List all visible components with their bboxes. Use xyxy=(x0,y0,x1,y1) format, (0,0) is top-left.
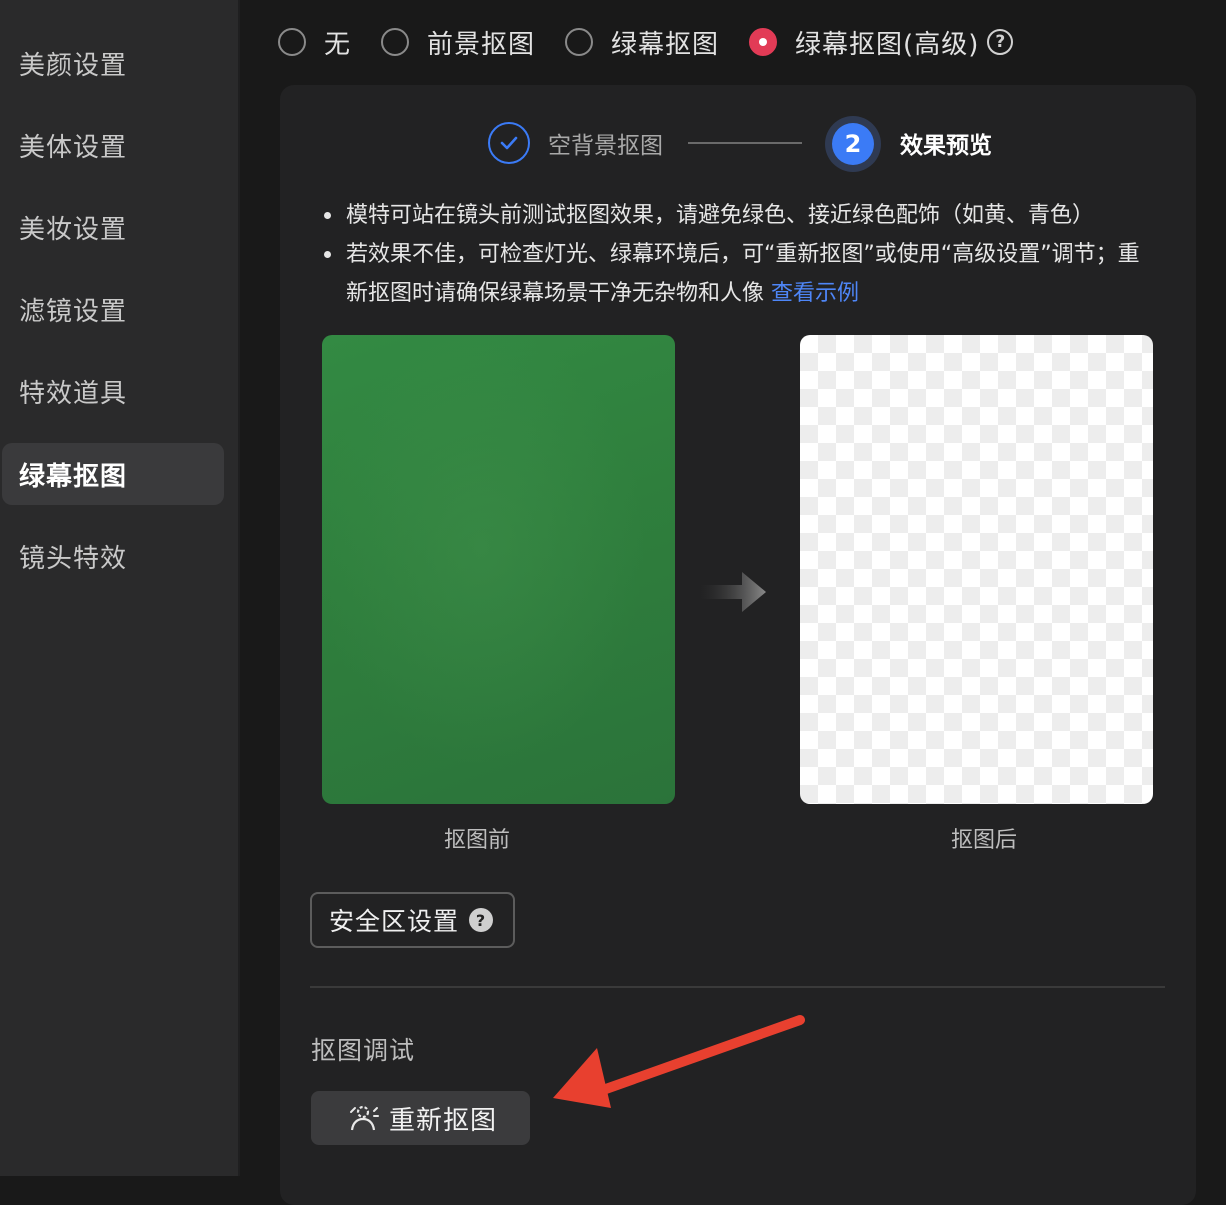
radio-option-green-screen-advanced[interactable]: 绿幕抠图(高级) ? xyxy=(749,24,1014,61)
tip-item: 若效果不佳，可检查灯光、绿幕环境后，可“重新抠图”或使用“高级设置”调节；重新抠… xyxy=(320,235,1160,313)
check-icon xyxy=(488,122,530,164)
rematte-label: 重新抠图 xyxy=(389,1105,498,1136)
divider xyxy=(310,986,1165,988)
step-connector xyxy=(688,142,802,144)
check-mark xyxy=(500,136,518,150)
annotation-arrow-icon xyxy=(553,1015,805,1108)
sidebar: 美颜设置 美体设置 美妆设置 滤镜设置 特效道具 绿幕抠图 镜头特效 xyxy=(0,0,240,1176)
sidebar-item-green-screen[interactable]: 绿幕抠图 xyxy=(2,443,224,505)
sidebar-item-effects[interactable]: 特效道具 xyxy=(2,360,224,422)
step2-label: 效果预览 xyxy=(900,133,992,159)
radio-circle-checked[interactable] xyxy=(749,28,778,56)
view-example-link[interactable]: 查看示例 xyxy=(771,281,859,306)
radio-option-green-screen[interactable]: 绿幕抠图 xyxy=(565,24,719,61)
sidebar-item-lens-effects[interactable]: 镜头特效 xyxy=(2,525,224,587)
radio-option-foreground[interactable]: 前景抠图 xyxy=(381,24,535,61)
step2-number-badge: 2 xyxy=(832,123,874,165)
sidebar-item-makeup[interactable]: 美妆设置 xyxy=(2,196,224,258)
question-circle-icon[interactable]: ? xyxy=(987,29,1014,55)
safe-zone-settings-button[interactable]: 安全区设置 ? xyxy=(310,892,515,948)
tip-text: 若效果不佳，可检查灯光、绿幕环境后，可“重新抠图”或使用“高级设置”调节；重新抠… xyxy=(346,242,1140,306)
preview-after-caption: 抠图后 xyxy=(951,828,1018,853)
rematte-icon xyxy=(350,1105,379,1131)
radio-option-none[interactable]: 无 xyxy=(278,24,351,61)
preview-before-image xyxy=(322,335,675,804)
preview-before-caption: 抠图前 xyxy=(444,828,511,853)
radio-label: 前景抠图 xyxy=(427,29,536,60)
question-icon[interactable]: ? xyxy=(469,908,494,932)
matting-mode-radio-group: 无 前景抠图 绿幕抠图 绿幕抠图(高级) ? xyxy=(278,20,1014,64)
radio-circle[interactable] xyxy=(381,28,410,56)
radio-label: 绿幕抠图(高级) xyxy=(795,29,980,60)
preview-after-image xyxy=(800,335,1153,804)
sidebar-item-filter[interactable]: 滤镜设置 xyxy=(2,278,224,340)
arrow-right-icon xyxy=(700,572,766,612)
radio-circle[interactable] xyxy=(278,28,306,56)
rematte-button[interactable]: 重新抠图 xyxy=(311,1091,530,1145)
sidebar-item-body[interactable]: 美体设置 xyxy=(2,114,224,176)
radio-label: 无 xyxy=(324,29,352,60)
sidebar-item-beauty[interactable]: 美颜设置 xyxy=(2,32,224,94)
radio-label: 绿幕抠图 xyxy=(611,29,720,60)
radio-circle[interactable] xyxy=(565,28,594,56)
tips-list: 模特可站在镜头前测试抠图效果，请避免绿色、接近绿色配饰（如黄、青色） 若效果不佳… xyxy=(320,196,1160,313)
debug-section-title: 抠图调试 xyxy=(311,1036,416,1065)
step1-label: 空背景抠图 xyxy=(548,133,663,159)
tip-item: 模特可站在镜头前测试抠图效果，请避免绿色、接近绿色配饰（如黄、青色） xyxy=(320,196,1160,235)
safe-zone-label: 安全区设置 xyxy=(329,907,460,936)
